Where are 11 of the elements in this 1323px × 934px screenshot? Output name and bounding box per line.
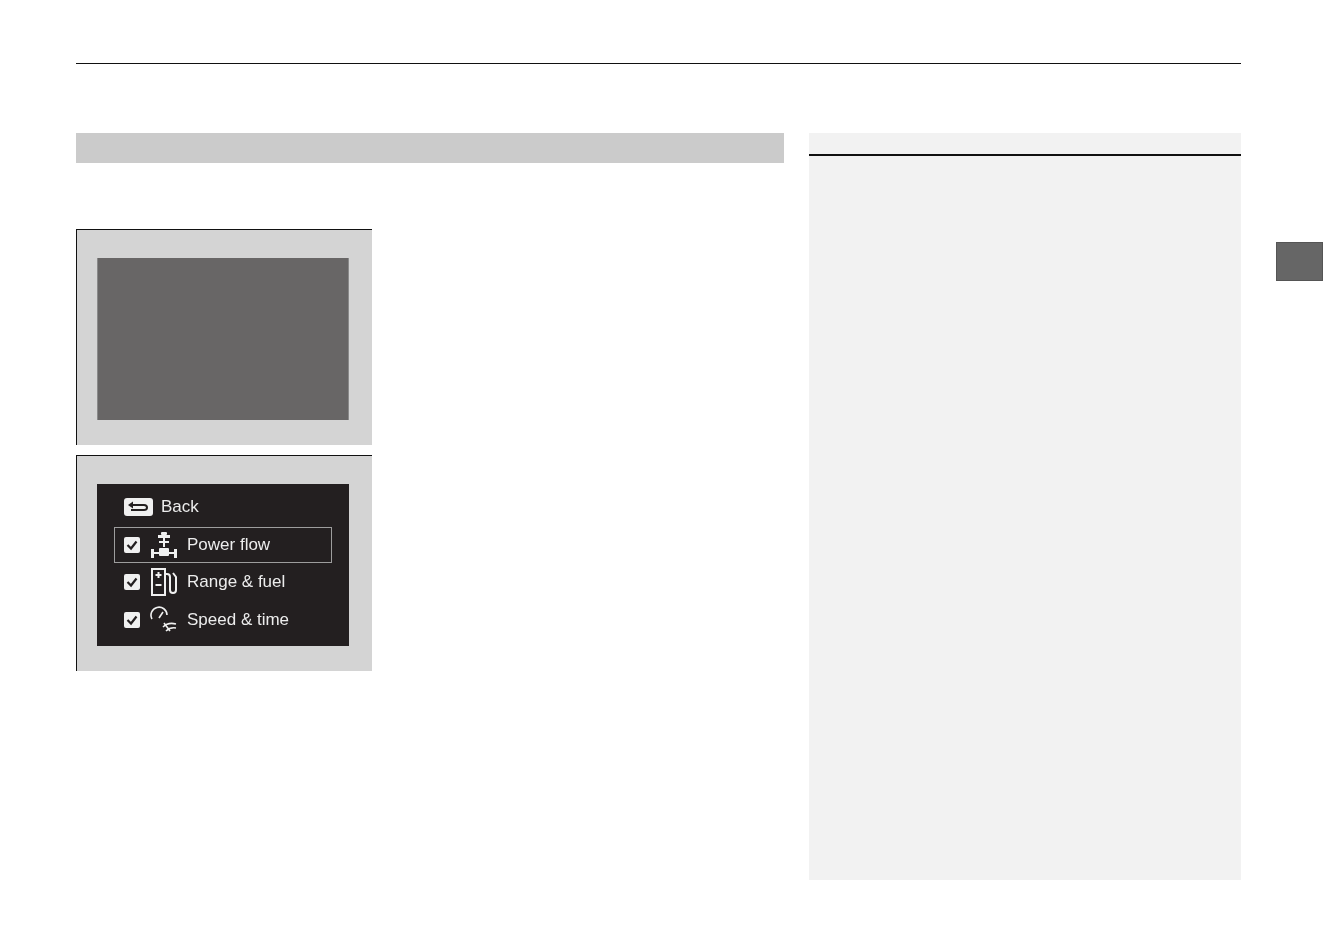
checkbox[interactable] (124, 611, 140, 628)
thumb-index-mark (1276, 242, 1323, 281)
menu-item[interactable]: Speed & time (114, 601, 332, 638)
menu-item[interactable]: Range & fuel (114, 564, 332, 600)
back-button[interactable]: Back (114, 489, 332, 525)
speedometer-icon (150, 605, 178, 634)
checkbox[interactable] (124, 574, 140, 590)
checkbox[interactable] (124, 536, 140, 553)
menu-item[interactable]: Power flow (114, 526, 332, 563)
fuel-pump-icon (150, 568, 178, 596)
chassis-icon (150, 530, 178, 559)
